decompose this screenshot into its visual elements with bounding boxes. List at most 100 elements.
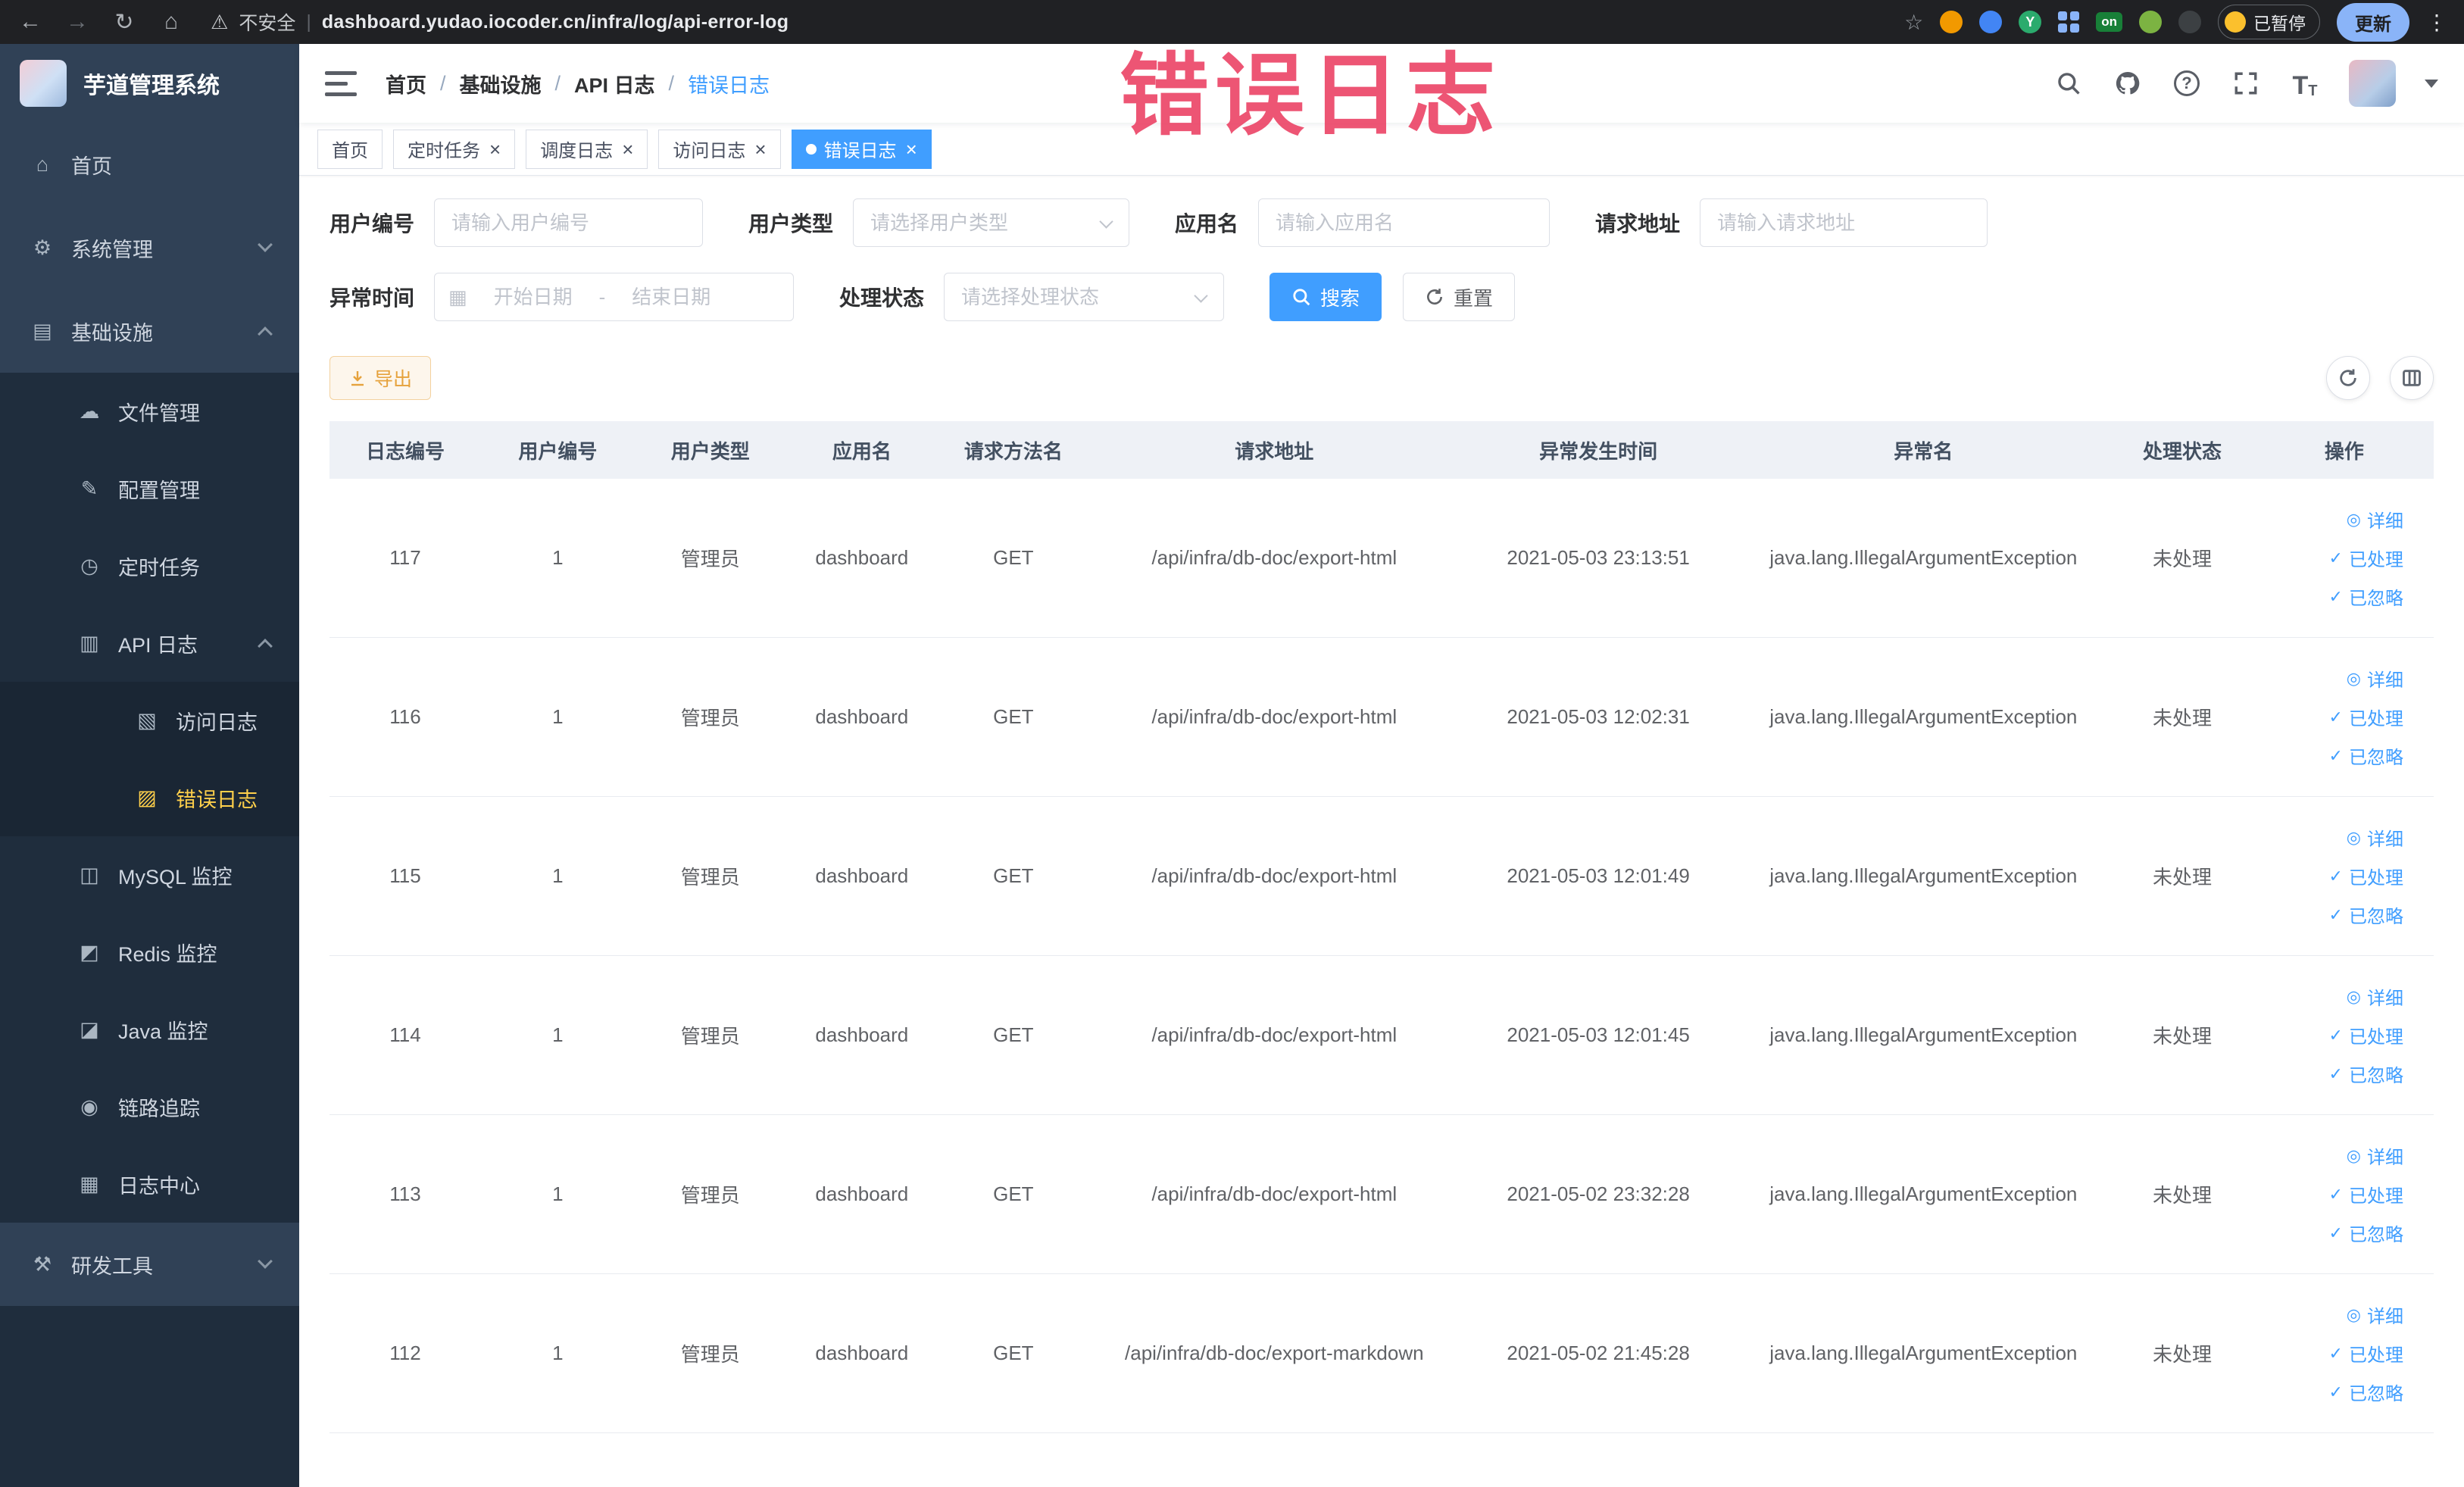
search-button[interactable]: 搜索 [1269,273,1382,321]
sidebar-item-java-monitor[interactable]: ◪ Java 监控 [0,991,299,1068]
tab-access-log[interactable]: 访问日志 × [658,129,781,169]
detail-link[interactable]: ◎ 详细 [2347,824,2403,851]
sidebar-item-redis-monitor[interactable]: ◩ Redis 监控 [0,914,299,991]
avatar-dropdown-caret-icon[interactable] [2425,79,2438,88]
detail-link[interactable]: ◎ 详细 [2347,1142,2403,1169]
column-settings-icon[interactable] [2390,356,2434,400]
sidebar-item-home[interactable]: ⌂ 首页 [0,123,299,206]
sidebar-item-label: Java 监控 [118,1020,208,1043]
date-range-picker[interactable]: ▦ - [434,273,795,321]
paused-pill[interactable]: 已暂停 [2218,5,2320,39]
home-icon[interactable]: ⌂ [158,9,185,35]
chrome-menu-icon[interactable]: ⋮ [2426,10,2447,35]
tab-home[interactable]: 首页 [317,129,383,169]
table-row: 113 1 管理员 dashboard GET/api/infra/db-doc/exp… [329,1115,2434,1274]
processed-link[interactable]: ✓ 已处理 [2329,545,2403,571]
smiley-icon [2225,11,2246,33]
close-icon[interactable]: × [622,139,633,159]
extension-on-badge[interactable]: on [2096,12,2122,32]
extension-icon-4[interactable] [2139,11,2162,33]
sidebar-item-infrastructure[interactable]: ▤ 基础设施 [0,289,299,373]
ignored-link[interactable]: ✓ 已忽略 [2329,901,2403,928]
breadcrumb-api-log[interactable]: API 日志 [574,69,655,98]
extension-grid-icon[interactable] [2058,11,2080,33]
sidebar-item-access-log[interactable]: ▧ 访问日志 [0,682,299,759]
sidebar-item-system-management[interactable]: ⚙ 系统管理 [0,206,299,289]
refresh-icon[interactable] [2326,356,2370,400]
extension-icon-5[interactable] [2178,11,2201,33]
help-icon[interactable]: ? [2172,68,2202,98]
app-logo[interactable]: 芋道管理系统 [0,44,299,123]
processed-link[interactable]: ✓ 已处理 [2329,1340,2403,1367]
reset-button[interactable]: 重置 [1403,273,1516,321]
export-button[interactable]: 导出 [329,356,432,400]
tab-timed-task[interactable]: 定时任务 × [393,129,516,169]
address-bar[interactable]: ⚠ 不安全 | dashboard.yudao.iocoder.cn/infra… [211,8,789,36]
detail-link[interactable]: ◎ 详细 [2347,1301,2403,1328]
sidebar-item-mysql-monitor[interactable]: ◫ MySQL 监控 [0,836,299,914]
close-icon[interactable]: × [754,139,766,159]
tab-schedule-log[interactable]: 调度日志 × [526,129,648,169]
request-url-input[interactable] [1700,198,1988,247]
reload-icon[interactable]: ↻ [111,9,138,36]
sidebar-item-label: API 日志 [118,633,198,657]
user-avatar[interactable] [2349,60,2396,107]
sidebar-item-api-log[interactable]: ▥ API 日志 [0,604,299,682]
check-icon: ✓ [2328,1343,2343,1363]
processed-link[interactable]: ✓ 已处理 [2329,704,2403,730]
tab-error-log[interactable]: 错误日志 × [791,129,932,169]
fullscreen-icon[interactable] [2231,68,2261,98]
processed-link[interactable]: ✓ 已处理 [2329,1022,2403,1048]
search-icon[interactable] [2053,68,2084,98]
column-header: 操作 [2324,439,2364,463]
ignored-link[interactable]: ✓ 已忽略 [2329,742,2403,769]
sidebar-item-error-log[interactable]: ▨ 错误日志 [0,759,299,836]
address-separator: | [306,11,311,33]
forward-icon[interactable]: → [64,9,91,35]
sidebar-item-trace[interactable]: ◉ 链路追踪 [0,1068,299,1145]
cell-status: 未处理 [2152,1184,2212,1207]
action-label: 已处理 [2348,709,2403,729]
sidebar-item-dev-tools[interactable]: ⚒ 研发工具 [0,1223,299,1306]
back-icon[interactable]: ← [17,9,44,35]
hamburger-icon[interactable] [325,70,357,96]
sidebar-item-file-management[interactable]: ☁ 文件管理 [0,373,299,450]
warning-icon: ⚠ [211,10,229,33]
bookmark-star-icon[interactable]: ☆ [1904,10,1923,35]
column-header: 用户编号 [518,439,598,463]
detail-link[interactable]: ◎ 详细 [2347,506,2403,533]
ignored-link[interactable]: ✓ 已忽略 [2329,1061,2403,1087]
cell-exception-time: 2021-05-03 12:01:45 [1507,1023,1690,1046]
process-status-select[interactable] [944,273,1225,321]
sidebar-item-label: 链路追踪 [118,1097,200,1120]
user-type-select[interactable] [853,198,1130,247]
app-name-input[interactable] [1258,198,1551,247]
action-label: 已处理 [2348,550,2403,570]
close-icon[interactable]: × [906,139,917,159]
ignored-link[interactable]: ✓ 已忽略 [2329,1379,2403,1405]
font-size-icon[interactable]: TT [2290,68,2320,98]
extension-icon-2[interactable] [1979,11,2003,33]
sidebar-item-scheduled-tasks[interactable]: ◷ 定时任务 [0,527,299,604]
close-icon[interactable]: × [489,139,501,159]
start-date-input[interactable] [476,285,590,309]
user-id-input[interactable] [434,198,704,247]
extension-icon-3[interactable]: Y [2019,11,2042,33]
detail-link[interactable]: ◎ 详细 [2347,665,2403,692]
end-date-input[interactable] [614,285,729,309]
processed-link[interactable]: ✓ 已处理 [2329,1181,2403,1207]
breadcrumb-home[interactable]: 首页 [386,69,426,98]
ignored-link[interactable]: ✓ 已忽略 [2329,1220,2403,1246]
sidebar-item-config-management[interactable]: ✎ 配置管理 [0,450,299,527]
sidebar-item-log-center[interactable]: ▦ 日志中心 [0,1145,299,1223]
ignored-link[interactable]: ✓ 已忽略 [2329,583,2403,610]
processed-link[interactable]: ✓ 已处理 [2329,863,2403,889]
action-label: 已忽略 [2348,748,2403,768]
github-icon[interactable] [2113,68,2143,98]
cell-exception-name: java.lang.IllegalArgumentException [1769,1342,2078,1364]
breadcrumb-infrastructure[interactable]: 基础设施 [460,69,542,98]
update-button[interactable]: 更新 [2337,2,2409,42]
extension-icon-1[interactable] [1940,11,1963,33]
cell-user-type: 管理员 [680,1184,740,1207]
detail-link[interactable]: ◎ 详细 [2347,983,2403,1010]
